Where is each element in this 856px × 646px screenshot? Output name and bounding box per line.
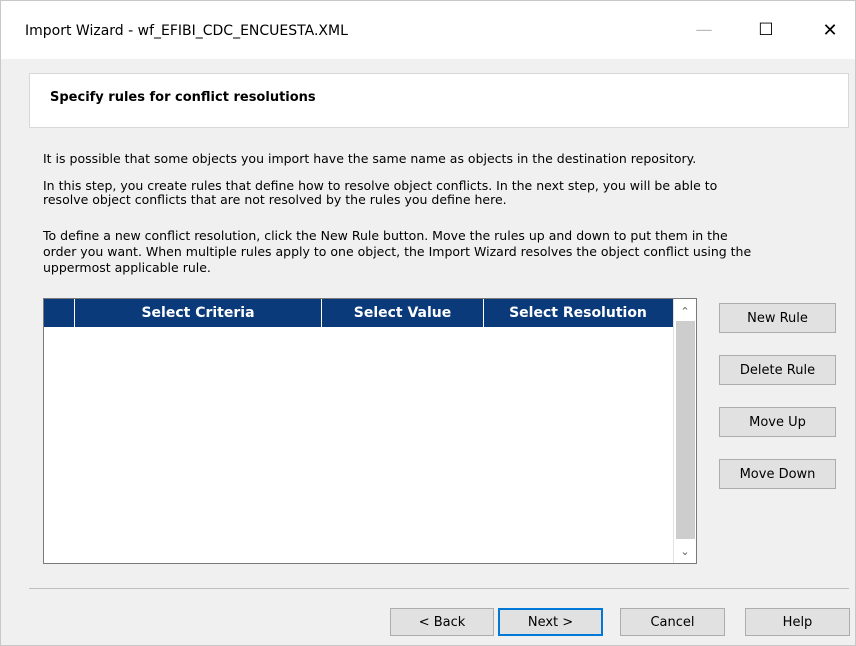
title-bar: Import Wizard - wf_EFIBI_CDC_ENCUESTA.XM… <box>1 1 855 59</box>
move-up-button[interactable]: Move Up <box>719 407 836 437</box>
column-header-select-resolution[interactable]: Select Resolution <box>484 299 672 327</box>
column-header-select-criteria[interactable]: Select Criteria <box>75 299 322 327</box>
close-icon[interactable]: ✕ <box>807 13 853 47</box>
description-paragraph-2-line-1: In this step, you create rules that defi… <box>43 178 718 193</box>
minimize-icon[interactable]: — <box>681 13 727 47</box>
footer-divider <box>29 588 849 589</box>
description-paragraph-3-line-3: uppermost applicable rule. <box>43 260 211 275</box>
description-paragraph-3-line-2: order you want. When multiple rules appl… <box>43 244 752 259</box>
help-button[interactable]: Help <box>745 608 850 636</box>
next-button[interactable]: Next > <box>498 608 603 636</box>
scroll-down-icon[interactable]: ⌄ <box>674 541 696 561</box>
description-paragraph-2-line-2: resolve object conflicts that are not re… <box>43 192 507 207</box>
window-title: Import Wizard - wf_EFIBI_CDC_ENCUESTA.XM… <box>25 23 348 39</box>
step-header: Specify rules for conflict resolutions <box>29 73 849 128</box>
column-header-select-value[interactable]: Select Value <box>322 299 484 327</box>
cancel-button[interactable]: Cancel <box>620 608 725 636</box>
step-title: Specify rules for conflict resolutions <box>50 90 316 105</box>
new-rule-button[interactable]: New Rule <box>719 303 836 333</box>
maximize-icon[interactable]: ☐ <box>743 13 789 47</box>
description-paragraph-1: It is possible that some objects you imp… <box>43 151 697 166</box>
rules-grid-header: Select Criteria Select Value Select Reso… <box>44 299 673 327</box>
move-down-button[interactable]: Move Down <box>719 459 836 489</box>
delete-rule-button[interactable]: Delete Rule <box>719 355 836 385</box>
scroll-up-icon[interactable]: ⌃ <box>674 301 696 321</box>
rules-grid-scrollbar[interactable]: ⌃ ⌄ <box>673 299 696 563</box>
description-paragraph-3-line-1: To define a new conflict resolution, cli… <box>43 228 728 243</box>
row-header-corner[interactable] <box>44 299 75 327</box>
back-button[interactable]: < Back <box>390 608 494 636</box>
import-wizard-window: Import Wizard - wf_EFIBI_CDC_ENCUESTA.XM… <box>0 0 856 646</box>
rules-grid[interactable]: Select Criteria Select Value Select Reso… <box>43 298 697 564</box>
scrollbar-thumb[interactable] <box>676 321 695 539</box>
